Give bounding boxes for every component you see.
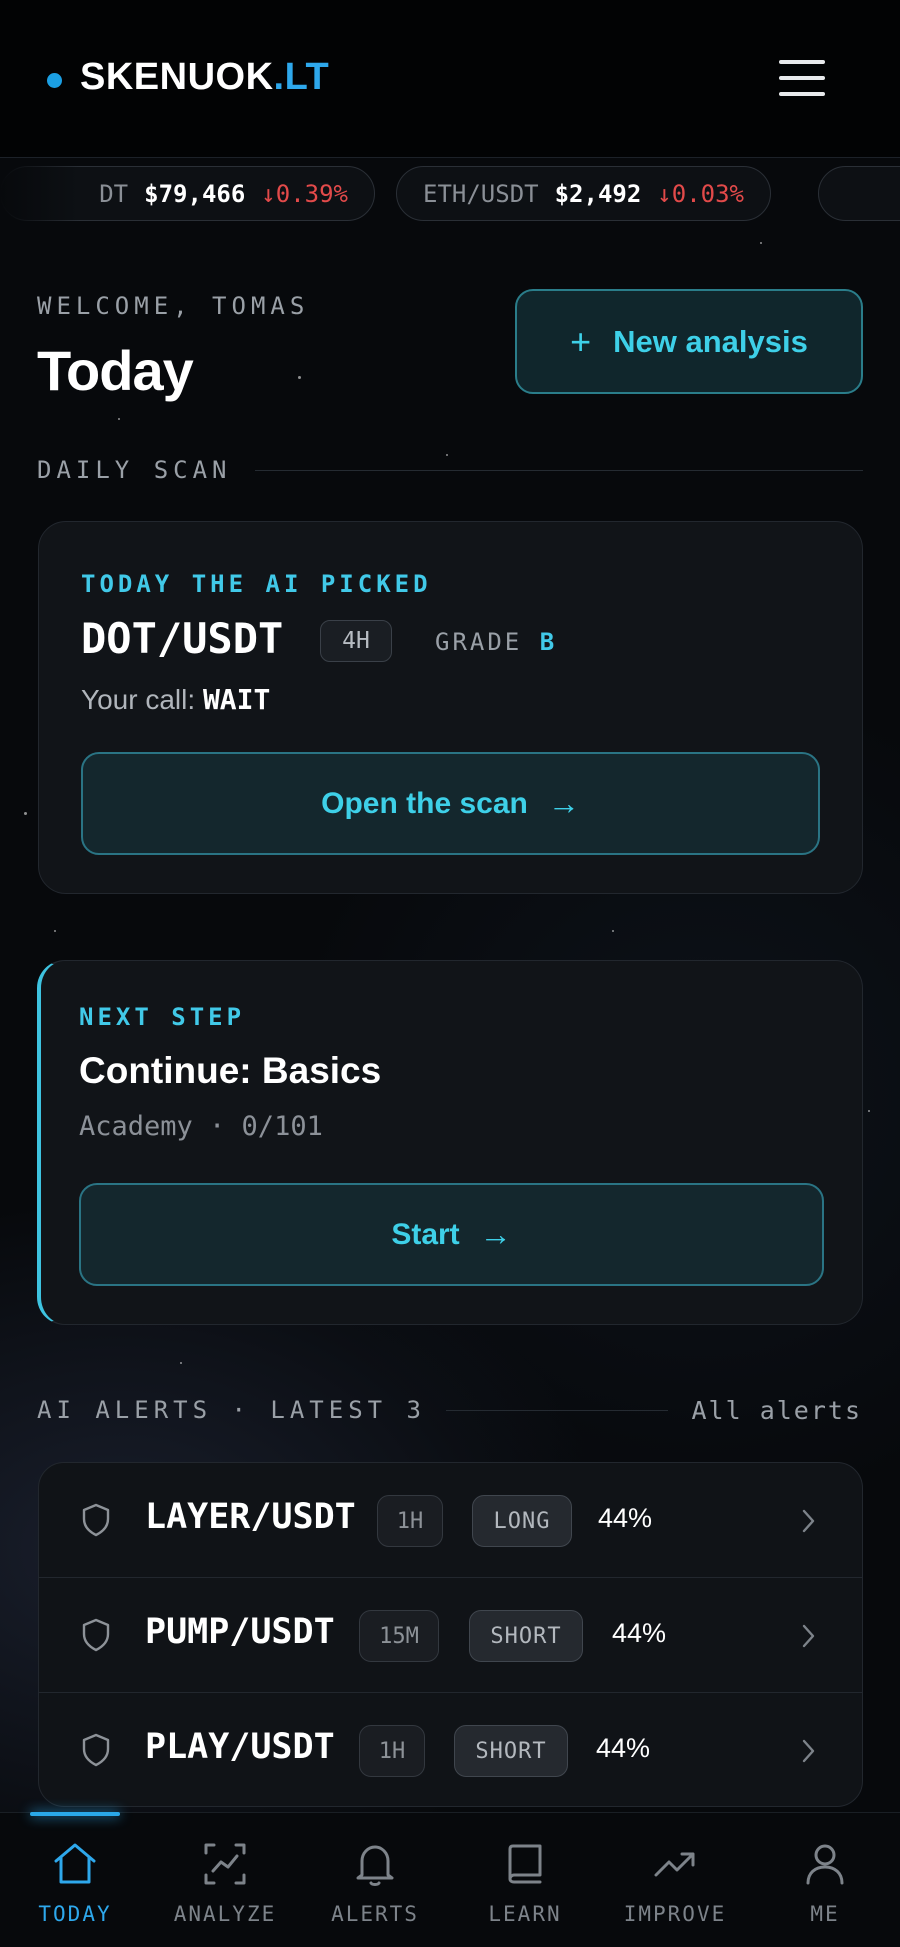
alert-direction-badge: SHORT (454, 1725, 568, 1777)
grade-label: GRADE (435, 628, 523, 656)
brand-logo[interactable]: SKENUOK.LT (80, 56, 329, 99)
trending-up-icon (654, 1852, 695, 1877)
nav-label: ME (810, 1902, 840, 1926)
ticker-pair: ETH/USDT (423, 179, 539, 208)
bottom-navigation: TODAY ANALYZE ALERTS LEARN IMPROVE ME (0, 1812, 900, 1947)
shield-icon (82, 1618, 110, 1652)
call-label: Your call: (81, 684, 196, 715)
alert-direction-badge: SHORT (469, 1610, 583, 1662)
new-analysis-button[interactable]: + New analysis (515, 289, 863, 394)
alert-confidence: 44% (612, 1618, 667, 1648)
price-ticker: DT $79,466 ↓0.39% ETH/USDT $2,492 ↓0.03% (0, 158, 900, 230)
nav-item-me[interactable]: ME (750, 1812, 900, 1947)
next-step-kicker: NEXT STEP (79, 1003, 246, 1031)
ticker-change: ↓0.03% (657, 179, 744, 208)
ticker-price: $2,492 (554, 179, 642, 208)
page-title: Today (37, 339, 194, 402)
brand-domain: .LT (273, 56, 330, 98)
book-icon (508, 1844, 542, 1884)
alert-timeframe-badge: 15M (359, 1610, 439, 1662)
alert-row[interactable]: PUMP/USDT 15M SHORT 44% (39, 1578, 862, 1693)
scan-kicker: TODAY THE AI PICKED (81, 570, 432, 598)
nav-item-analyze[interactable]: ANALYZE (150, 1812, 300, 1947)
new-analysis-label: New analysis (613, 323, 808, 359)
section-divider (255, 470, 863, 471)
next-step-subtitle: Academy · 0/101 (79, 1111, 323, 1142)
daily-scan-card: TODAY THE AI PICKED DOT/USDT 4H GRADE B … (38, 521, 863, 894)
nav-label: ALERTS (331, 1902, 419, 1926)
hamburger-menu-icon[interactable] (776, 58, 830, 98)
alert-row[interactable]: LAYER/USDT 1H LONG 44% (39, 1463, 862, 1578)
brand-dot-icon (47, 73, 62, 88)
alert-row[interactable]: PLAY/USDT 1H SHORT 44% (39, 1693, 862, 1806)
chart-scan-icon (204, 1843, 246, 1885)
alert-pair: LAYER/USDT (145, 1497, 356, 1537)
nav-item-today[interactable]: TODAY (0, 1812, 150, 1947)
ticker-change: ↓0.39% (261, 179, 348, 208)
nav-label: IMPROVE (623, 1902, 727, 1926)
alert-confidence: 44% (598, 1503, 653, 1533)
chevron-right-icon (802, 1509, 815, 1533)
chevron-right-icon (802, 1624, 815, 1648)
ticker-price: $79,466 (144, 179, 246, 208)
daily-scan-section-label: DAILY SCAN (37, 456, 232, 484)
brand-name: SKENUOK (80, 56, 274, 98)
alert-pair: PLAY/USDT (145, 1727, 335, 1767)
alert-direction-badge: LONG (472, 1495, 572, 1547)
arrow-right-icon: → (479, 1216, 512, 1252)
nav-item-improve[interactable]: IMPROVE (600, 1812, 750, 1947)
call-value: WAIT (202, 683, 271, 716)
scan-your-call: Your call: WAIT (81, 683, 270, 716)
section-divider (446, 1410, 668, 1411)
shield-icon (82, 1733, 110, 1767)
arrow-right-icon: → (547, 785, 580, 821)
scan-pair: DOT/USDT (81, 614, 284, 663)
nav-item-learn[interactable]: LEARN (450, 1812, 600, 1947)
nav-label: LEARN (488, 1902, 562, 1926)
nav-item-alerts[interactable]: ALERTS (300, 1812, 450, 1947)
next-step-card: NEXT STEP Continue: Basics Academy · 0/1… (37, 960, 863, 1325)
plus-icon: + (570, 320, 592, 362)
user-icon (806, 1844, 844, 1885)
top-header: SKENUOK.LT (0, 0, 900, 158)
all-alerts-link[interactable]: All alerts (691, 1396, 862, 1425)
home-icon (54, 1843, 96, 1884)
ticker-fade (0, 158, 80, 230)
start-button[interactable]: Start → (79, 1183, 824, 1286)
alert-timeframe-badge: 1H (377, 1495, 443, 1547)
ticker-pair: DT (99, 179, 129, 208)
scan-grade: GRADE B (435, 628, 557, 656)
welcome-greeting: WELCOME, TOMAS (37, 292, 310, 320)
nav-label: ANALYZE (173, 1902, 277, 1926)
alert-confidence: 44% (596, 1733, 651, 1763)
chevron-right-icon (802, 1739, 815, 1763)
grade-value: B (539, 628, 558, 656)
ticker-item-partial[interactable] (818, 166, 900, 221)
shield-icon (82, 1503, 110, 1537)
alerts-list: LAYER/USDT 1H LONG 44% PUMP/USDT 15M SHO… (38, 1462, 863, 1807)
next-step-title: Continue: Basics (79, 1050, 382, 1091)
nav-label: TODAY (38, 1902, 112, 1926)
ticker-item[interactable]: ETH/USDT $2,492 ↓0.03% (396, 166, 771, 221)
scan-timeframe-badge: 4H (320, 620, 392, 662)
open-scan-button[interactable]: Open the scan → (81, 752, 820, 855)
bell-icon (356, 1845, 394, 1886)
alert-pair: PUMP/USDT (145, 1612, 335, 1652)
ai-alerts-section-label: AI ALERTS · LATEST 3 (37, 1396, 426, 1424)
alert-timeframe-badge: 1H (359, 1725, 425, 1777)
start-label: Start (391, 1217, 460, 1251)
open-scan-label: Open the scan (321, 786, 528, 820)
